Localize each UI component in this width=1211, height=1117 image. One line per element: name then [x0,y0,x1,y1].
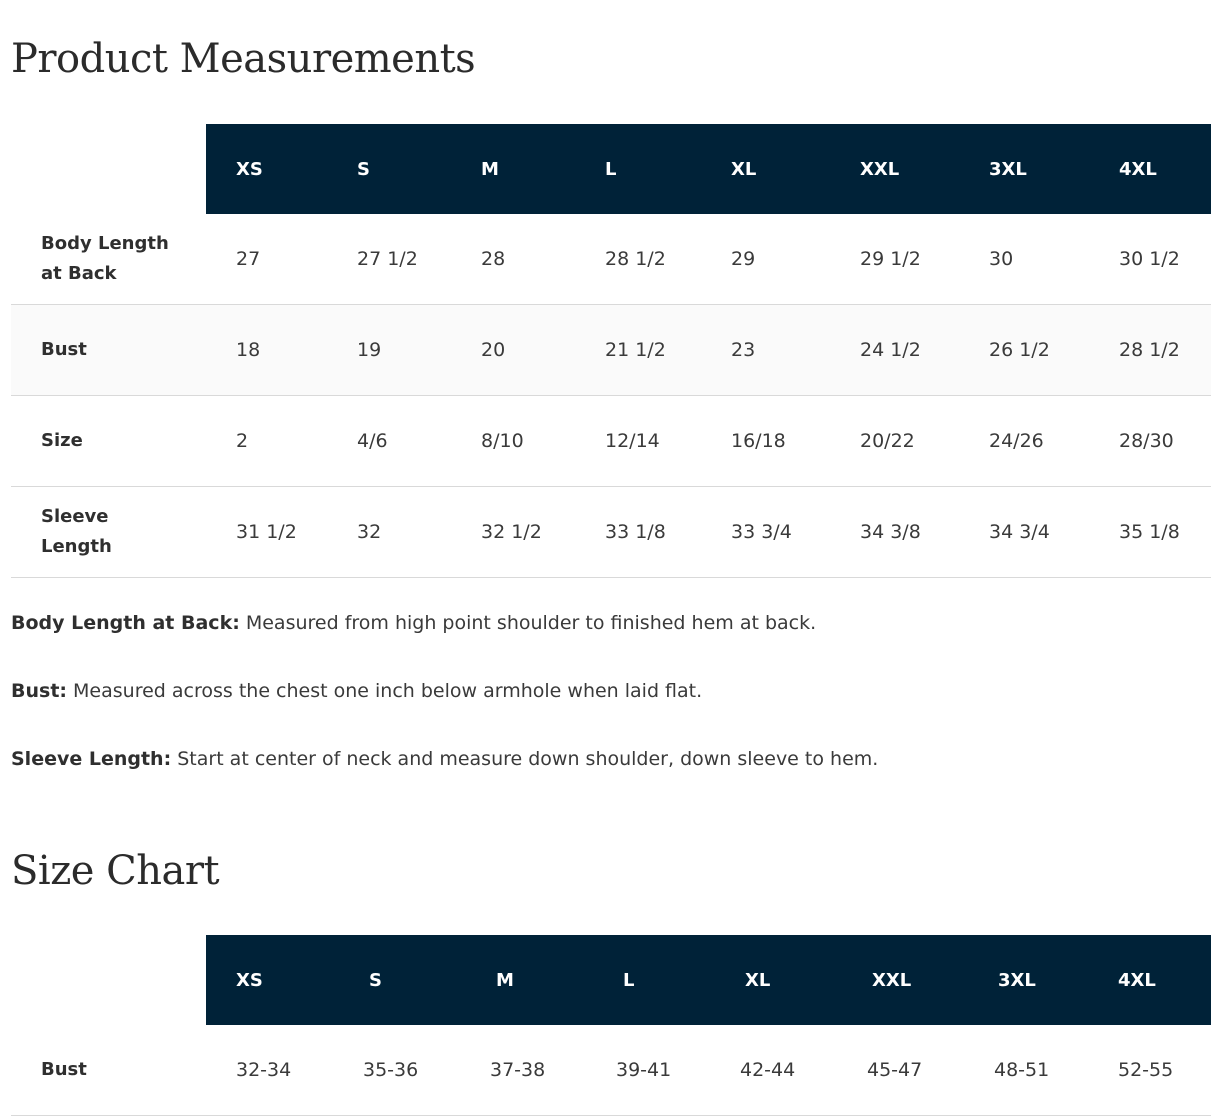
table-cell: 33 3/4 [701,486,830,578]
note-text: Start at center of neck and measure down… [171,748,879,770]
table-cell: 39-41 [586,1025,710,1116]
size-header: XXL [830,124,959,214]
table-cell: 8/10 [451,395,575,487]
table-cell: 30 [959,214,1089,305]
table-cell: 33 1/8 [575,486,701,578]
table-cell: 35 1/8 [1089,486,1211,578]
size-header: XS [206,935,333,1025]
table-row: Bust 32-34 35-36 37-38 39-41 42-44 45-47… [11,1025,1211,1116]
size-chart-table: XS S M L XL XXL 3XL 4XL Bust 32-34 35-36… [11,935,1211,1116]
table-row: Size 2 4/6 8/10 12/14 16/18 20/22 24/26 … [11,395,1211,487]
size-header: S [333,935,460,1025]
table-cell: 18 [206,304,327,396]
size-header: L [586,935,710,1025]
table-cell: 19 [327,304,451,396]
size-chart-title: Size Chart [11,848,220,894]
table-cell: 24 1/2 [830,304,959,396]
product-measurements-title: Product Measurements [11,36,476,82]
table-cell: 28 [451,214,575,305]
size-header: XL [710,935,837,1025]
product-measurements-table: XS S M L XL XXL 3XL 4XL Body Length at Ba… [11,124,1211,578]
row-label-body-length: Body Length at Back [11,214,206,305]
row-label-bust: Bust [11,1025,206,1116]
size-header: 3XL [959,124,1089,214]
table-cell: 29 1/2 [830,214,959,305]
note-term: Sleeve Length: [11,748,172,770]
note-text: Measured across the chest one inch below… [67,680,703,702]
table-cell: 27 [206,214,327,305]
size-header-row: XS S M L XL XXL 3XL 4XL [11,935,1211,1025]
table-cell: 32-34 [206,1025,333,1116]
table-cell: 2 [206,395,327,487]
size-header: S [327,124,451,214]
table-cell: 45-47 [837,1025,964,1116]
table-cell: 31 1/2 [206,486,327,578]
table-cell: 48-51 [964,1025,1088,1116]
table-cell: 23 [701,304,830,396]
table-cell: 28/30 [1089,395,1211,487]
header-corner [11,935,206,1025]
header-corner [11,124,206,214]
size-header: L [575,124,701,214]
note-sleeve-length: Sleeve Length: Start at center of neck a… [11,745,1211,773]
table-cell: 26 1/2 [959,304,1089,396]
table-cell: 28 1/2 [575,214,701,305]
table-cell: 32 1/2 [451,486,575,578]
size-header: XL [701,124,830,214]
size-header: 3XL [964,935,1088,1025]
table-cell: 42-44 [710,1025,837,1116]
table-cell: 28 1/2 [1089,304,1211,396]
table-cell: 4/6 [327,395,451,487]
note-bust: Bust: Measured across the chest one inch… [11,677,1211,705]
size-header: 4XL [1088,935,1211,1025]
size-header: M [451,124,575,214]
row-label-size: Size [11,395,206,487]
size-header: XXL [837,935,964,1025]
table-cell: 34 3/4 [959,486,1089,578]
row-label-sleeve-length: Sleeve Length [11,486,206,578]
note-term: Body Length at Back: [11,612,240,634]
size-header: M [460,935,586,1025]
table-row: Body Length at Back 27 27 1/2 28 28 1/2 2… [11,214,1211,305]
table-row: Bust 18 19 20 21 1/2 23 24 1/2 26 1/2 28… [11,304,1211,396]
size-header: XS [206,124,327,214]
table-cell: 34 3/8 [830,486,959,578]
table-cell: 27 1/2 [327,214,451,305]
table-cell: 12/14 [575,395,701,487]
size-header: 4XL [1089,124,1211,214]
table-cell: 24/26 [959,395,1089,487]
row-label-bust: Bust [11,304,206,396]
table-cell: 52-55 [1088,1025,1211,1116]
note-body-length: Body Length at Back: Measured from high … [11,609,1211,637]
table-cell: 29 [701,214,830,305]
table-cell: 21 1/2 [575,304,701,396]
table-cell: 30 1/2 [1089,214,1211,305]
table-cell: 35-36 [333,1025,460,1116]
note-text: Measured from high point shoulder to fin… [239,612,817,634]
table-cell: 20 [451,304,575,396]
table-cell: 37-38 [460,1025,586,1116]
table-cell: 32 [327,486,451,578]
measurement-notes: Body Length at Back: Measured from high … [11,609,1211,813]
size-header-row: XS S M L XL XXL 3XL 4XL [11,124,1211,214]
table-cell: 16/18 [701,395,830,487]
note-term: Bust: [11,680,67,702]
table-row: Sleeve Length 31 1/2 32 32 1/2 33 1/8 33 … [11,486,1211,578]
table-cell: 20/22 [830,395,959,487]
